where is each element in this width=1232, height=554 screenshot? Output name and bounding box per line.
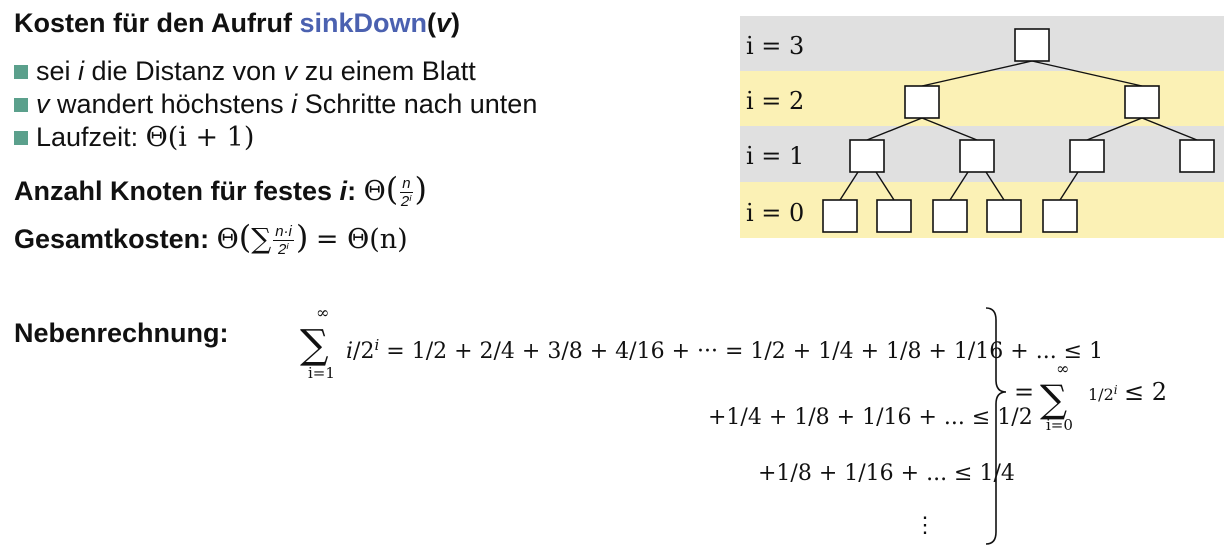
total-cost-label: Gesamtkosten: [14,224,210,254]
node-count-label: Anzahl Knoten für festes [14,176,333,206]
level-label-2: i = 2 [746,87,804,115]
sum-lower-limit: i=1 [308,364,335,382]
tree-node [1124,85,1160,119]
bullet-text: Schritte nach unten [304,89,538,119]
title-prefix: Kosten für den Aufruf [14,8,292,38]
equation-row-3: +1/8 + 1/16 + ... ≤ 1/4 [758,461,1015,486]
theta-symbol: Θ [216,224,239,255]
total-cost-line: Gesamtkosten: Θ(∑ n·i 2ⁱ) = Θ(n) [14,218,408,257]
paren-close: ) [295,218,309,256]
sum-symbol: ∑ [251,222,272,255]
paren-open: ( [238,218,252,256]
node-count-colon: : [347,176,357,206]
paren-open: ( [385,170,399,208]
bullet-text: sei [36,56,71,86]
bullet-text: Laufzeit: [36,122,139,152]
fraction-numerator: n [400,175,413,194]
title-paren-close: ) [451,8,461,38]
result-equals: = [1014,378,1034,406]
side-calculation: ∞ ∑ i=1 i/2i = 1/2 + 2/4 + 3/8 + 4/16 + … [300,303,1167,545]
tree-node [904,85,940,119]
tree-node [932,199,968,233]
vertical-dots: ⋮ [914,513,936,538]
level-label-3: i = 3 [746,32,804,60]
paren-close: ) [414,170,428,208]
bullet-text: wandert höchstens [57,89,284,119]
equation-row-2: +1/4 + 1/8 + 1/16 + ... ≤ 1/2 [708,405,1033,430]
result-sum-upper-limit: ∞ [1056,359,1069,378]
level-label-1: i = 1 [746,142,804,170]
tree-node [822,199,858,233]
equation-row-1: i/2i = 1/2 + 2/4 + 3/8 + 4/16 + ··· = 1/… [346,336,1103,364]
title-function-name: sinkDown [299,8,428,38]
title-paren-open: ( [427,8,437,38]
tree-node [1014,28,1050,62]
bullet-variable: v [283,56,298,86]
tree-node [986,199,1022,233]
bullet-variable: i [291,89,298,119]
result-bound: ≤ 2 [1124,378,1167,406]
bullet-text: zu einem Blatt [304,56,476,86]
sum-symbol: ∑ [300,322,329,368]
node-count-line: Anzahl Knoten für festes i: Θ(n 2ⁱ) [14,170,427,209]
level-band-3 [740,16,1224,71]
sum-upper-limit: ∞ [316,303,329,322]
bullet-runtime: Laufzeit: Θ(i + 1) [14,122,254,153]
fraction: n·i 2ⁱ [273,224,294,257]
title-argument: v [436,8,452,38]
fraction: n 2ⁱ [400,175,413,211]
tree-node [1069,139,1105,173]
bullet-square-icon [14,130,28,145]
tree-node [1179,139,1215,173]
tree-node [959,139,995,173]
bullet-variable: i [78,56,85,86]
runtime-formula: Θ(i + 1) [145,122,255,153]
result-fraction: 1/2i [1088,383,1118,404]
total-cost-result: = Θ(n) [315,224,408,255]
slide-title: Kosten für den Aufruf sinkDown(v) [14,8,460,39]
bullet-distance: sei i die Distanz von v zu einem Blatt [14,56,476,87]
level-band-0 [740,182,1224,238]
bullet-square-icon [14,64,28,79]
tree-node [876,199,912,233]
bullet-text: die Distanz von [91,56,277,86]
bullet-square-icon [14,97,28,112]
side-calculation-label: Nebenrechnung: [14,318,229,348]
bullet-variable: v [36,89,50,119]
node-count-variable: i [339,176,348,206]
result-sum-symbol: ∑ [1040,377,1067,421]
tree-node [849,139,885,173]
result-sum-lower-limit: i=0 [1046,416,1073,434]
heap-tree-diagram: i = 3 i = 2 i = 1 i = 0 [740,16,1224,238]
theta-symbol: Θ [363,176,386,207]
fraction-denominator: 2ⁱ [278,241,290,259]
fraction-numerator: n·i [273,223,294,242]
bullet-steps: v wandert höchstens i Schritte nach unte… [14,89,537,120]
level-label-0: i = 0 [746,199,804,227]
fraction-denominator: 2ⁱ [400,193,412,211]
tree-node [1042,199,1078,233]
